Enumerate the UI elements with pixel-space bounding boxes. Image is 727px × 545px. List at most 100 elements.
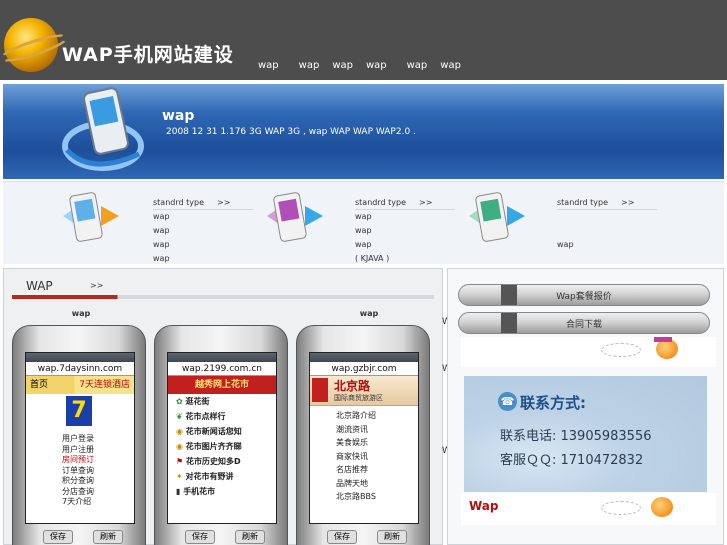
feature-3-more-link[interactable]: >> bbox=[621, 198, 634, 207]
nav-item-1[interactable]: wap bbox=[258, 60, 279, 71]
decor-strip-bottom: Wap bbox=[461, 493, 716, 525]
feature-2-line-3: wap bbox=[355, 240, 372, 249]
swirl-pattern bbox=[601, 343, 641, 357]
menu-item[interactable]: 潮流资讯 bbox=[336, 423, 418, 437]
menu-item[interactable]: 商家快讯 bbox=[336, 450, 418, 464]
nav-item-6[interactable]: wap bbox=[440, 60, 461, 71]
showcase-more-link[interactable]: >> bbox=[90, 281, 103, 290]
menu-item[interactable]: ◉ 花市图片齐齐睇 bbox=[176, 439, 276, 454]
leaf-icon: ❦ bbox=[176, 412, 186, 421]
phone-3-menu: 北京路介绍 潮流资讯 美食娱乐 商家快讯 名店推荐 品牌天地 北京路BBS bbox=[310, 409, 418, 504]
price-button[interactable]: Wap套餐报价 bbox=[458, 284, 710, 306]
nav-item-3[interactable]: wap bbox=[332, 60, 353, 71]
contract-download-button[interactable]: 合同下载 bbox=[458, 312, 710, 334]
phone-mockup-1[interactable]: wap.7daysinn.com 首页 7天连锁酒店 7 用户登录 用户注册 房… bbox=[12, 325, 146, 545]
menu-item[interactable]: 分店查询 bbox=[62, 487, 134, 498]
phone-1-label: wap bbox=[71, 309, 91, 318]
phone-1-screen: wap.7daysinn.com 首页 7天连锁酒店 7 用户登录 用户注册 房… bbox=[25, 352, 135, 524]
menu-item-label: 花市历史知多D bbox=[185, 457, 241, 466]
menu-item[interactable]: 品牌天地 bbox=[336, 477, 418, 491]
mouse-icon bbox=[651, 497, 673, 517]
phone-arrows-icon bbox=[63, 192, 119, 242]
feature-2-type[interactable]: standrd type >> bbox=[355, 198, 455, 210]
save-button[interactable]: 保存 bbox=[185, 530, 215, 544]
mouse-icon bbox=[656, 339, 678, 359]
phone-1-home-link[interactable]: 首页 bbox=[30, 376, 48, 394]
menu-item[interactable]: 北京路介绍 bbox=[336, 409, 418, 423]
phone-2-banner: 越秀网上花市 bbox=[168, 376, 276, 394]
phone-1-logo-area: 7 bbox=[26, 394, 134, 434]
menu-item[interactable]: 北京路BBS bbox=[336, 490, 418, 504]
nav-item-2[interactable]: wap bbox=[299, 60, 320, 71]
contact-phone[interactable]: 联系电话: 13905983556 bbox=[500, 425, 652, 444]
wap-showcase-panel: WAP >> wap wap.7daysinn.com 首页 7天连锁酒店 7 … bbox=[3, 268, 443, 545]
refresh-button[interactable]: 刷新 bbox=[93, 530, 123, 544]
menu-item-label: 花市图片齐齐睇 bbox=[185, 442, 242, 451]
feature-2-more-link[interactable]: >> bbox=[419, 198, 432, 207]
phone-2-url: wap.2199.com.cn bbox=[168, 362, 276, 376]
swirl-pattern bbox=[601, 501, 641, 515]
menu-item[interactable]: 美食娱乐 bbox=[336, 436, 418, 450]
globe-logo-icon bbox=[4, 18, 58, 72]
menu-item[interactable]: 用户注册 bbox=[62, 445, 134, 456]
save-button[interactable]: 保存 bbox=[327, 530, 357, 544]
feature-1-line-3: wap bbox=[153, 240, 170, 249]
menu-item-label: 逛花街 bbox=[185, 397, 210, 406]
feature-2-type-label: standrd type bbox=[355, 198, 406, 207]
phone-mockup-3[interactable]: wap.gzbjr.com 北京路 国际商贸旅游区 北京路介绍 潮流资讯 美食娱… bbox=[296, 325, 430, 545]
nav-item-5[interactable]: wap bbox=[407, 60, 428, 71]
footer-wap-label: Wap bbox=[469, 499, 499, 513]
menu-item-label: 花市点样行 bbox=[185, 412, 226, 421]
site-logo-title[interactable]: WAP手机网站建设 bbox=[62, 40, 234, 67]
decor-strip-top bbox=[461, 337, 716, 367]
intro-banner: wap 2008 12 31 1.176 3G WAP 3G , wap WAP… bbox=[3, 84, 724, 179]
menu-item[interactable]: 订单查询 bbox=[62, 466, 134, 477]
price-button-label: Wap套餐报价 bbox=[556, 292, 612, 302]
menu-item-label: 手机花市 bbox=[183, 487, 216, 496]
refresh-button[interactable]: 刷新 bbox=[377, 530, 407, 544]
menu-item-label: 对花市有野讲 bbox=[185, 472, 234, 481]
menu-item[interactable]: 房间预订 bbox=[62, 455, 134, 466]
signal-battery-icon bbox=[26, 353, 134, 362]
page: WAP手机网站建设 wap wap wap wap wap wap wap 20… bbox=[0, 0, 727, 545]
chat-icon: ✦ bbox=[176, 472, 186, 481]
menu-item[interactable]: ✿ 逛花街 bbox=[176, 394, 276, 409]
seal-icon bbox=[312, 378, 328, 402]
phone-3-brand: 北京路 bbox=[334, 379, 371, 393]
banner-title: wap bbox=[162, 108, 195, 124]
phone-3-subtitle: 国际商贸旅游区 bbox=[334, 394, 383, 402]
menu-item[interactable]: ✦ 对花市有野讲 bbox=[176, 469, 276, 484]
menu-item-label: 花市新闻话您知 bbox=[185, 427, 242, 436]
save-button[interactable]: 保存 bbox=[43, 530, 73, 544]
phone-3-label: wap bbox=[359, 309, 379, 318]
photo-icon: ◉ bbox=[176, 442, 186, 451]
refresh-button[interactable]: 刷新 bbox=[235, 530, 265, 544]
flower-icon: ✿ bbox=[176, 397, 186, 406]
feature-3-type[interactable]: standrd type >> bbox=[557, 198, 657, 210]
pink-tag-icon bbox=[654, 337, 672, 342]
menu-item[interactable]: ⚑ 花市历史知多D bbox=[176, 454, 276, 469]
menu-item[interactable]: 7天介绍 bbox=[62, 497, 134, 508]
feature-1-line-2: wap bbox=[153, 226, 170, 235]
phone-arrows-icon bbox=[267, 192, 323, 242]
feature-1-more-link[interactable]: >> bbox=[217, 198, 230, 207]
nav-item-4[interactable]: wap bbox=[366, 60, 387, 71]
feature-1-type[interactable]: standrd type >> bbox=[153, 198, 253, 210]
menu-item[interactable]: 积分查询 bbox=[62, 476, 134, 487]
menu-item[interactable]: 用户登录 bbox=[62, 434, 134, 445]
menu-item[interactable]: ❦ 花市点样行 bbox=[176, 409, 276, 424]
phone-2-softkeys: 保存 刷新 bbox=[185, 530, 265, 544]
phone-1-softkeys: 保存 刷新 bbox=[43, 530, 123, 544]
feature-3-line-1: wap bbox=[557, 240, 574, 249]
menu-item[interactable]: ▮ 手机花市 bbox=[176, 484, 276, 499]
phone-3-banner: 北京路 国际商贸旅游区 bbox=[310, 376, 418, 406]
phone-mockup-2[interactable]: wap.2199.com.cn 越秀网上花市 ✿ 逛花街 ❦ 花市点样行 ◉ 花… bbox=[154, 325, 288, 545]
contract-button-label: 合同下载 bbox=[565, 320, 602, 330]
menu-item[interactable]: ◉ 花市新闻话您知 bbox=[176, 424, 276, 439]
menu-item[interactable]: 名店推荐 bbox=[336, 463, 418, 477]
contact-qq[interactable]: 客服ＱＱ: 1710472832 bbox=[500, 449, 643, 468]
showcase-title: WAP bbox=[26, 279, 53, 293]
feature-2-line-2: wap bbox=[355, 226, 372, 235]
phone-1-url: wap.7daysinn.com bbox=[26, 362, 134, 376]
feature-row: standrd type >> wap wap wap wap standrd … bbox=[3, 181, 724, 264]
